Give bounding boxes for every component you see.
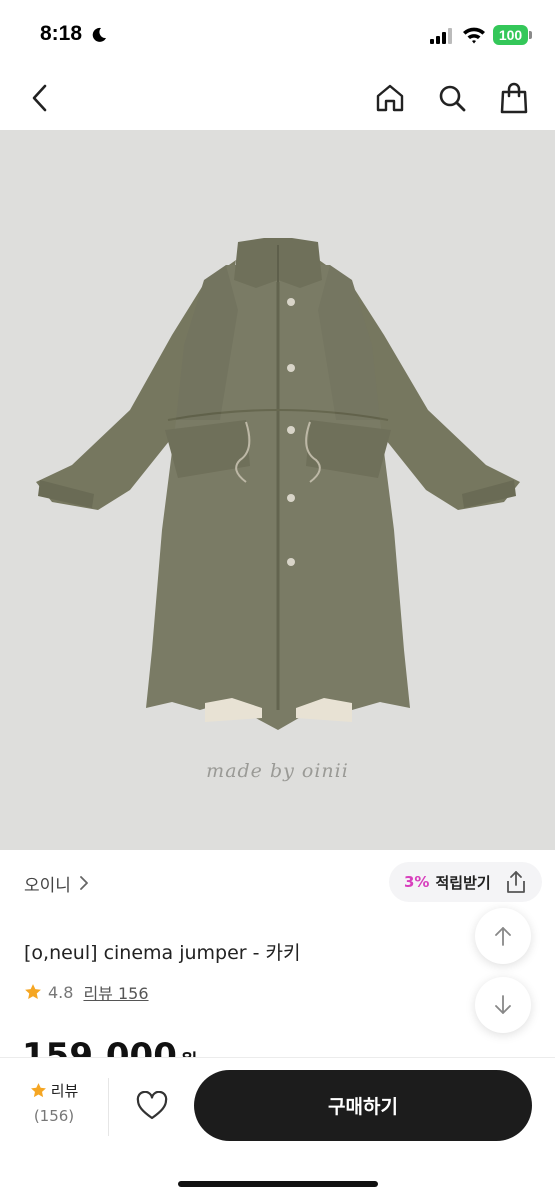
shopping-bag-icon [500,82,528,114]
status-time: 8:18 [40,22,83,45]
price-value: 159,000 [22,1036,177,1058]
home-indicator [178,1181,378,1187]
review-summary-label: 리뷰 [50,1082,79,1100]
back-chevron-icon [32,84,47,112]
share-icon[interactable] [505,870,527,894]
review-summary-count: (156) [33,1107,75,1125]
review-link[interactable]: 리뷰 156 [83,980,148,1004]
home-icon [376,84,404,112]
wishlist-button[interactable] [130,1086,174,1126]
rating-row: 4.8 리뷰 156 [24,980,149,1004]
heart-icon [136,1091,168,1120]
price: 159,000원 [22,1036,197,1058]
battery-indicator: 100 [493,25,528,45]
review-summary-button[interactable]: 리뷰 (156) [22,1080,86,1125]
rating-value: 4.8 [48,982,74,1002]
wifi-icon [462,26,486,48]
search-icon [439,85,466,112]
home-button[interactable] [370,78,410,118]
search-button[interactable] [432,78,472,118]
star-icon [25,984,41,999]
product-image[interactable] [0,130,555,850]
status-bar: 8:18 100 [0,0,555,66]
bottom-action-bar: 리뷰 (156) 구매하기 [0,1057,555,1200]
scroll-up-button[interactable] [475,908,531,964]
divider [108,1078,109,1136]
battery-tip [529,31,532,39]
arrow-down-icon [495,995,511,1014]
signal-icon [430,28,456,48]
product-title: [o,neul] cinema jumper - 카키 [24,942,301,964]
khaki-coat-illustration [36,238,520,730]
brand-link[interactable]: 오이니 [24,868,89,898]
reward-percent: 3% [404,873,430,891]
arrow-up-icon [495,927,511,946]
scroll-down-button[interactable] [475,977,531,1033]
cart-button[interactable] [494,78,534,118]
top-nav [0,66,555,130]
moon-icon [90,26,108,48]
buy-button[interactable]: 구매하기 [194,1070,532,1141]
chevron-right-icon [80,876,88,890]
image-watermark: made by oinii [206,760,349,782]
brand-name: 오이니 [24,875,71,896]
reward-button[interactable]: 3% 적립받기 [389,862,542,902]
star-icon [30,1083,46,1098]
reward-label: 적립받기 [435,873,491,892]
back-button[interactable] [20,78,60,118]
